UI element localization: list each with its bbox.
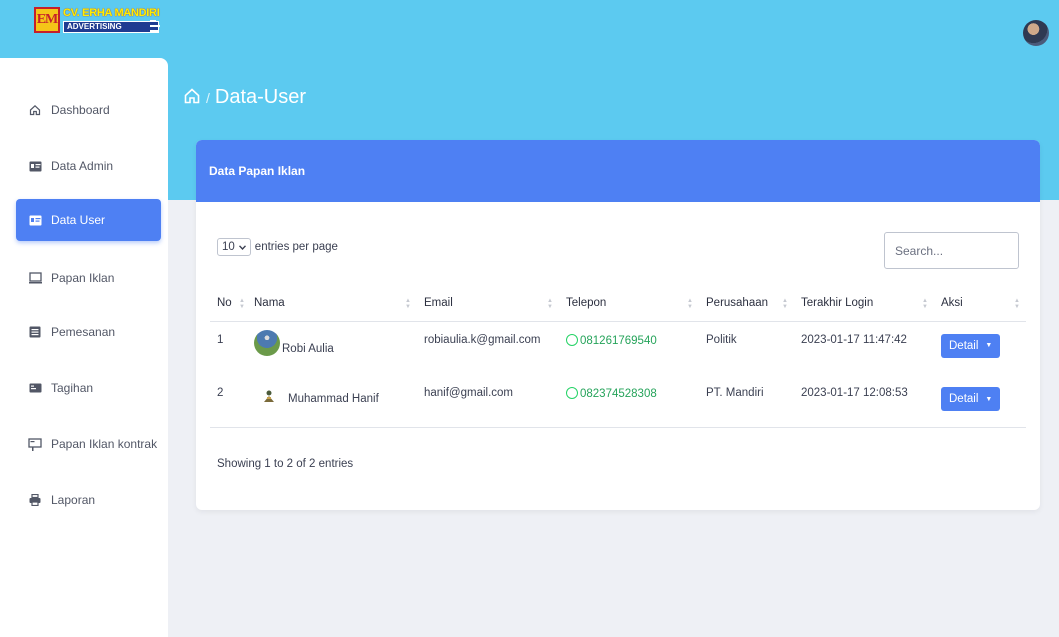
column-header-terakhir-login[interactable]: Terakhir Login ▲ ▼ [794, 286, 934, 322]
sidebar-item-label: Data User [51, 213, 106, 227]
cell-nama: Muhammad Hanif [288, 393, 379, 405]
entries-value: 10 [222, 241, 235, 253]
column-header-aksi[interactable]: Aksi ▲ ▼ [934, 286, 1026, 322]
detail-button-label: Detail [949, 393, 979, 405]
sort-icon: ▲ ▼ [1014, 298, 1020, 310]
cell-no: 2 [210, 369, 247, 428]
breadcrumb-separator: / [206, 89, 210, 106]
column-header-email[interactable]: Email ▲ ▼ [417, 286, 559, 322]
column-header-perusahaan[interactable]: Perusahaan ▲ ▼ [699, 286, 794, 322]
column-header-telepon[interactable]: Telepon ▲ ▼ [559, 286, 699, 322]
detail-button[interactable]: Detail ▼ [941, 333, 1001, 358]
whatsapp-icon[interactable] [566, 387, 578, 399]
page-title: Data-User [214, 86, 307, 108]
menu-toggle-icon[interactable] [150, 20, 160, 35]
column-header-no[interactable]: No ▲ ▼ [210, 286, 247, 322]
id-card-icon [28, 159, 42, 173]
cell-telepon[interactable]: 081261769540 [580, 335, 657, 347]
avatar [262, 389, 276, 403]
column-header-nama[interactable]: Nama ▲ ▼ [247, 286, 417, 322]
logo-mark: EM [34, 7, 60, 33]
search-placeholder: Search... [895, 243, 944, 258]
sidebar-item-papan-iklan-kontrak[interactable]: Papan Iklan kontrak [16, 423, 161, 465]
sidebar-item-data-user[interactable]: Data User [16, 199, 161, 241]
detail-button[interactable]: Detail ▼ [941, 387, 1001, 411]
sidebar: Dashboard Data Admin Data User Papan Ikl… [0, 58, 168, 637]
search-input[interactable]: Search... [884, 232, 1019, 269]
detail-button-label: Detail [949, 339, 979, 352]
sidebar-item-laporan[interactable]: Laporan [16, 479, 161, 521]
sidebar-item-label: Papan Iklan kontrak [51, 437, 158, 451]
billboard-icon [28, 437, 42, 451]
card-title: Data Papan Iklan [196, 140, 1040, 202]
cell-email: robiaulia.k@gmail.com [424, 333, 541, 346]
sidebar-item-dashboard[interactable]: Dashboard [16, 89, 161, 131]
cell-email: hanif@gmail.com [417, 369, 559, 428]
sort-icon: ▲ ▼ [405, 298, 411, 310]
home-icon [28, 103, 42, 117]
cell-no: 1 [217, 333, 224, 346]
id-card-icon [28, 213, 42, 227]
cell-nama: Robi Aulia [282, 342, 334, 355]
sort-icon: ▲ ▼ [687, 298, 693, 310]
logo-tagline: ADVERTISING [63, 20, 160, 33]
sidebar-item-label: Tagihan [51, 381, 94, 395]
sidebar-item-pemesanan[interactable]: Pemesanan [16, 311, 161, 353]
whatsapp-icon[interactable] [566, 333, 578, 346]
caret-down-icon: ▼ [985, 395, 993, 403]
entries-label: entries per page [254, 241, 338, 253]
sidebar-item-label: Dashboard [51, 103, 110, 117]
cell-perusahaan: PT. Mandiri [699, 369, 794, 428]
table-info: Showing 1 to 2 of 2 entries [217, 458, 354, 470]
breadcrumb: / Data-User [183, 86, 306, 109]
sidebar-item-label: Laporan [51, 493, 96, 507]
list-icon [28, 325, 42, 339]
cell-terakhir-login: 2023-01-17 12:08:53 [794, 369, 934, 428]
users-table: No ▲ ▼ Nama ▲ ▼ Email ▲ ▼ Telepon ▲ ▼ Perusahaan… [210, 286, 1026, 428]
logo-name: CV. ERHA MANDIRI [63, 6, 160, 19]
sidebar-item-data-admin[interactable]: Data Admin [16, 145, 161, 187]
table-row: 2 Muhammad Hanif hanif@gmail.com 0823745… [210, 369, 1026, 428]
cell-terakhir-login: 2023-01-17 11:47:42 [801, 333, 907, 346]
entries-select[interactable]: 10 [217, 238, 251, 256]
cell-perusahaan: Politik [706, 333, 737, 346]
sidebar-item-label: Papan Iklan [51, 271, 115, 285]
sort-icon: ▲ ▼ [922, 298, 928, 310]
company-logo[interactable]: EM CV. ERHA MANDIRI ADVERTISING [34, 6, 160, 33]
sidebar-item-papan-iklan[interactable]: Papan Iklan [16, 257, 161, 299]
table-row: 1 Robi Aulia robiaulia.k@gmail.com 08126… [210, 321, 1026, 369]
sort-icon: ▲ ▼ [782, 298, 788, 310]
sidebar-item-label: Data Admin [51, 159, 114, 173]
chevron-down-icon [238, 241, 246, 253]
sidebar-item-tagihan[interactable]: Tagihan [16, 367, 161, 409]
sidebar-item-label: Pemesanan [51, 325, 116, 339]
caret-down-icon: ▼ [985, 342, 993, 349]
monitor-icon [28, 271, 42, 285]
user-avatar[interactable] [1023, 20, 1049, 46]
card-icon [28, 381, 42, 395]
printer-icon [28, 493, 42, 507]
data-card: Data Papan Iklan 10 entries per page Sea… [196, 140, 1040, 510]
sort-icon: ▲ ▼ [547, 298, 553, 310]
sort-icon: ▲ ▼ [239, 298, 245, 310]
cell-telepon[interactable]: 082374528308 [580, 388, 657, 400]
entries-per-page: 10 entries per page [217, 238, 338, 256]
home-icon[interactable] [183, 87, 201, 108]
avatar [254, 329, 280, 356]
